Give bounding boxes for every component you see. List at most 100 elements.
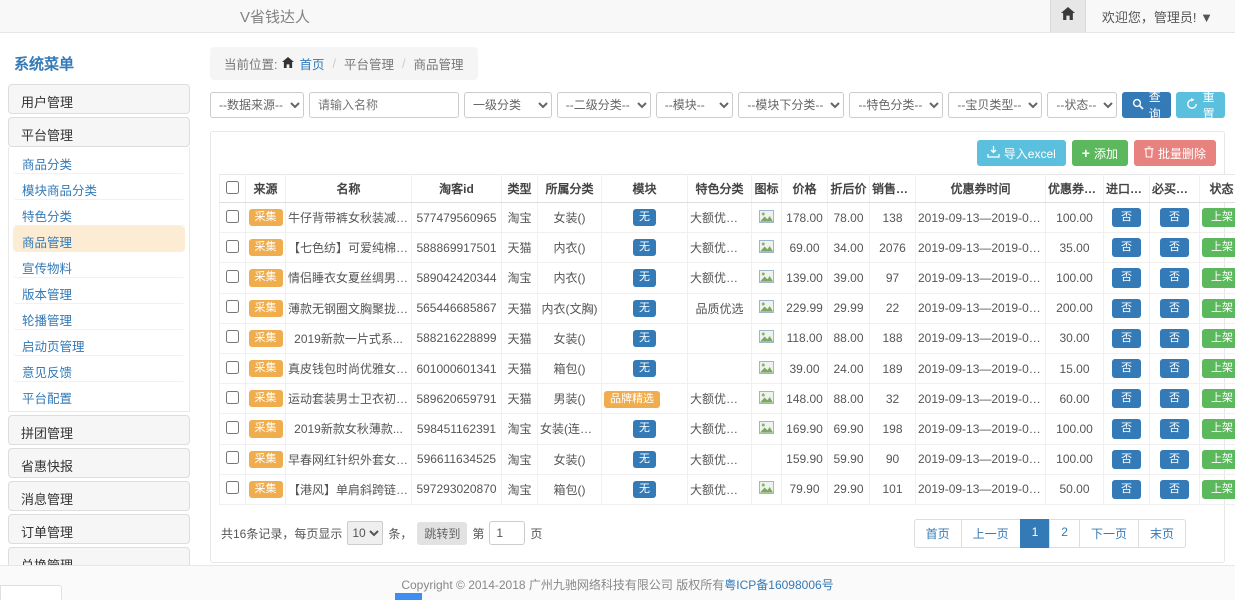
footer: Copyright © 2014-2018 广州九驰网络科技有限公司 版权所有粤… [0,565,1235,600]
must-buy-toggle-button[interactable]: 否 [1160,480,1189,499]
column-header-5: 模块 [602,175,688,203]
must-buy-toggle-button[interactable]: 否 [1160,419,1189,438]
filter-select-status[interactable]: --状态-- [1047,92,1117,118]
home-button[interactable] [1050,0,1086,32]
cell-status: 上架 [1200,353,1235,383]
cell-status: 上架 [1200,203,1235,233]
page-button-2[interactable]: 1 [1020,519,1051,548]
jump-button[interactable]: 跳转到 [417,522,467,545]
status-button[interactable]: 上架 [1202,238,1235,257]
import-toggle-button[interactable]: 否 [1112,450,1141,469]
must-buy-toggle-button[interactable]: 否 [1160,268,1189,287]
batch-delete-button[interactable]: 批量删除 [1134,140,1216,166]
status-button[interactable]: 上架 [1202,450,1235,469]
row-checkbox[interactable] [226,300,239,313]
sidebar-group-1[interactable]: 平台管理 [8,117,190,147]
must-buy-toggle-button[interactable]: 否 [1160,450,1189,469]
sidebar-title: 系统菜单 [14,53,190,74]
sidebar-item-2[interactable]: 商品分类 [13,148,185,174]
row-checkbox[interactable] [226,421,239,434]
import-excel-button[interactable]: 导入excel [977,140,1066,166]
add-button[interactable]: + 添加 [1072,140,1128,166]
sidebar-item-10[interactable]: 意见反馈 [13,356,185,382]
user-menu[interactable]: 欢迎您，管理员! ▼ [1102,7,1213,26]
sidebar-item-8[interactable]: 轮播管理 [13,304,185,330]
filter-select-module-subcategory[interactable]: --模块下分类-- [738,92,844,118]
import-toggle-button[interactable]: 否 [1112,208,1141,227]
status-button[interactable]: 上架 [1202,389,1235,408]
cell-type: 淘宝 [502,444,538,474]
sidebar-group-12[interactable]: 拼团管理 [8,415,190,445]
page-button-1[interactable]: 上一页 [961,519,1021,548]
reset-button[interactable]: 重置 [1176,92,1225,118]
sidebar-group-0[interactable]: 用户管理 [8,84,190,114]
filter-select-item-type[interactable]: --宝贝类型-- [948,92,1042,118]
row-checkbox[interactable] [226,210,239,223]
row-checkbox[interactable] [226,451,239,464]
filter-select-level2-category[interactable]: --二级分类-- [557,92,651,118]
must-buy-toggle-button[interactable]: 否 [1160,359,1189,378]
import-toggle-button[interactable]: 否 [1112,299,1141,318]
import-toggle-button[interactable]: 否 [1112,329,1141,348]
status-button[interactable]: 上架 [1202,299,1235,318]
page-button-3[interactable]: 2 [1049,519,1080,548]
import-toggle-button[interactable]: 否 [1112,238,1141,257]
import-toggle-button[interactable]: 否 [1112,359,1141,378]
must-buy-toggle-button[interactable]: 否 [1160,238,1189,257]
sidebar-item-9[interactable]: 启动页管理 [13,330,185,356]
must-buy-toggle-button[interactable]: 否 [1160,208,1189,227]
filter-select-special-category[interactable]: --特色分类-- [849,92,943,118]
cell-type: 天猫 [502,384,538,414]
filter-select-data-source[interactable]: --数据来源-- [210,92,304,118]
import-toggle-button[interactable]: 否 [1112,480,1141,499]
breadcrumb-home-link[interactable]: 首页 [299,54,324,73]
page-button-0[interactable]: 首页 [914,519,962,548]
sidebar-group-13[interactable]: 省惠快报 [8,448,190,478]
cell-module: 品牌精选爱上运动 [602,384,688,414]
page-button-4[interactable]: 下一页 [1079,519,1139,548]
sidebar-item-3[interactable]: 模块商品分类 [13,174,185,200]
cell-source: 采集 [246,384,286,414]
horizontal-scrollbar-thumb[interactable] [395,593,422,600]
import-toggle-button[interactable]: 否 [1112,268,1141,287]
row-checkbox[interactable] [226,361,239,374]
must-buy-toggle-button[interactable]: 否 [1160,389,1189,408]
status-button[interactable]: 上架 [1202,359,1235,378]
status-button[interactable]: 上架 [1202,208,1235,227]
cell-discount-price: 24.00 [828,353,870,383]
sidebar-item-7[interactable]: 版本管理 [13,278,185,304]
cell-sales: 138 [870,203,916,233]
sidebar-item-11[interactable]: 平台配置 [13,382,185,408]
page-button-5[interactable]: 末页 [1138,519,1186,548]
filter-select-level1-category[interactable]: 一级分类 [464,92,552,118]
cell-name: 薄款无钢圈文胸聚拢性... [286,293,412,323]
cell-source: 采集 [246,474,286,504]
icp-link[interactable]: 粤ICP备16098006号 [724,578,833,592]
must-buy-toggle-button[interactable]: 否 [1160,329,1189,348]
row-checkbox[interactable] [226,481,239,494]
search-button[interactable]: 查询 [1122,92,1171,118]
sidebar-item-5[interactable]: 商品管理 [13,226,185,252]
product-name-input[interactable] [309,92,459,118]
sidebar-group-14[interactable]: 消息管理 [8,481,190,511]
import-toggle-button[interactable]: 否 [1112,389,1141,408]
per-page-select[interactable]: 10 [347,521,383,545]
cell-type: 淘宝 [502,414,538,444]
status-button[interactable]: 上架 [1202,419,1235,438]
sidebar-group-15[interactable]: 订单管理 [8,514,190,544]
row-checkbox[interactable] [226,270,239,283]
status-button[interactable]: 上架 [1202,329,1235,348]
status-button[interactable]: 上架 [1202,480,1235,499]
cell-sales: 198 [870,414,916,444]
select-all-checkbox[interactable] [226,181,239,194]
row-checkbox[interactable] [226,391,239,404]
filter-select-module[interactable]: --模块-- [656,92,734,118]
jump-page-input[interactable] [489,521,525,545]
row-checkbox[interactable] [226,330,239,343]
sidebar-item-6[interactable]: 宣传物料 [13,252,185,278]
must-buy-toggle-button[interactable]: 否 [1160,299,1189,318]
status-button[interactable]: 上架 [1202,268,1235,287]
import-toggle-button[interactable]: 否 [1112,419,1141,438]
row-checkbox[interactable] [226,240,239,253]
sidebar-item-4[interactable]: 特色分类 [13,200,185,226]
